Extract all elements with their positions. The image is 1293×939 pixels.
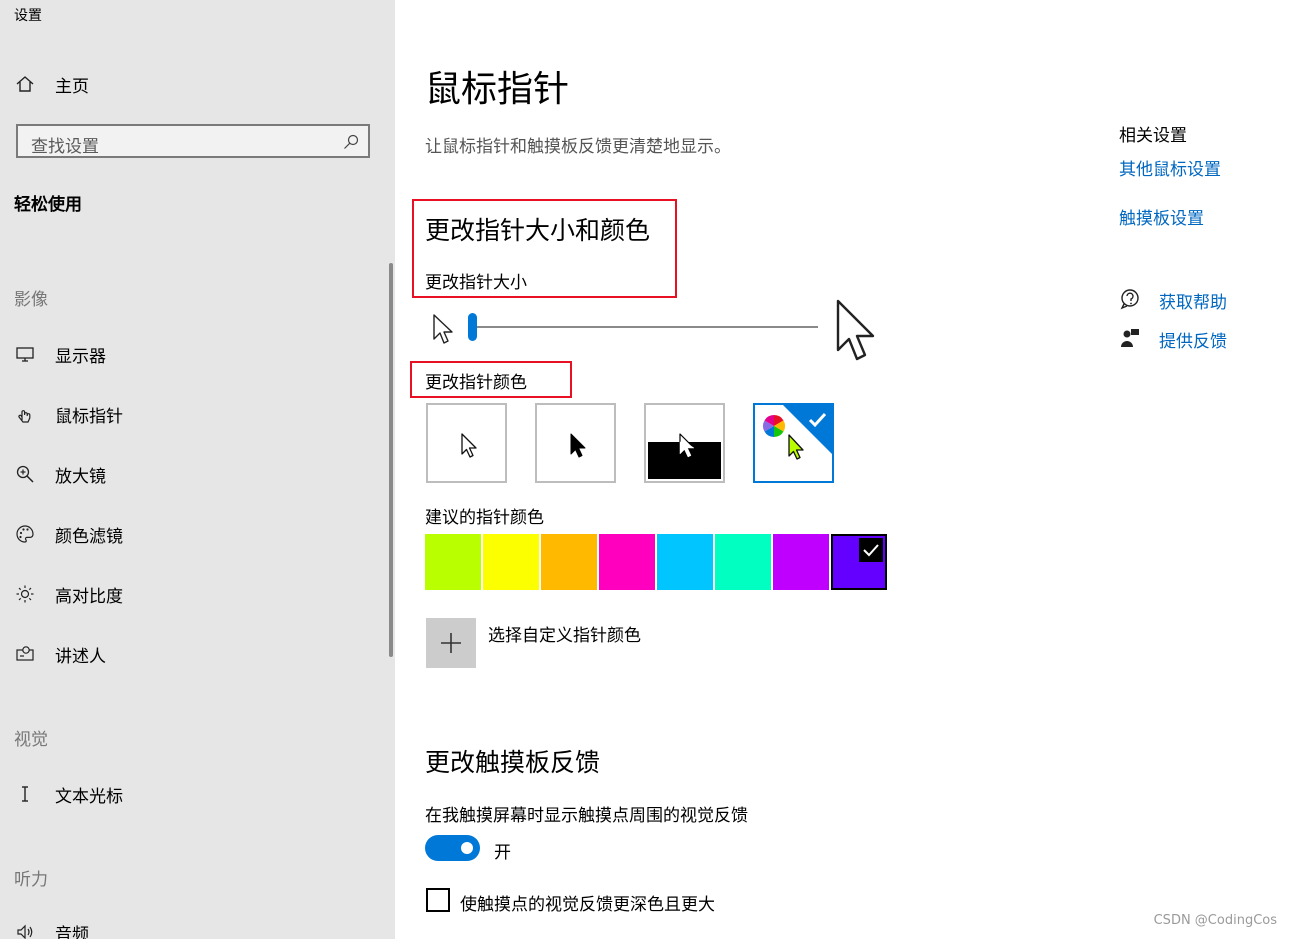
sidebar-scrollbar[interactable] bbox=[389, 263, 393, 657]
size-color-heading: 更改指针大小和颜色 bbox=[425, 216, 651, 245]
check-icon bbox=[859, 538, 883, 562]
other-mouse-settings-link[interactable]: 其他鼠标设置 bbox=[1119, 155, 1221, 180]
home-icon bbox=[14, 73, 36, 95]
palette-icon bbox=[14, 523, 36, 545]
nav-audio-label: 音频 bbox=[55, 924, 89, 939]
pointer-size-slider-track[interactable] bbox=[473, 326, 818, 328]
feedback-icon bbox=[1121, 329, 1139, 347]
page-title: 鼠标指针 bbox=[425, 69, 570, 110]
pointer-size-label: 更改指针大小 bbox=[425, 273, 527, 293]
nav-high-contrast[interactable]: 高对比度 bbox=[0, 574, 380, 614]
darker-feedback-label[interactable]: 使触摸点的视觉反馈更深色且更大 bbox=[460, 890, 715, 915]
related-settings-heading: 相关设置 bbox=[1119, 126, 1187, 146]
color-swatch[interactable] bbox=[715, 534, 771, 590]
custom-color-label[interactable]: 选择自定义指针颜色 bbox=[488, 621, 641, 646]
magnifier-icon bbox=[14, 463, 36, 485]
mouse-pointer-icon bbox=[14, 403, 36, 425]
speaker-icon bbox=[14, 921, 36, 939]
pointer-color-custom-option[interactable] bbox=[753, 403, 834, 483]
pointer-size-slider-thumb[interactable] bbox=[468, 313, 477, 341]
color-swatch[interactable] bbox=[425, 534, 481, 590]
touchpad-settings-link[interactable]: 触摸板设置 bbox=[1119, 204, 1204, 229]
nav-narrator[interactable]: 讲述人 bbox=[0, 634, 380, 674]
color-swatch[interactable] bbox=[541, 534, 597, 590]
custom-color-pointer-icon bbox=[763, 405, 832, 460]
touch-feedback-heading: 更改触摸板反馈 bbox=[425, 748, 601, 777]
group-heading-vision: 视觉 bbox=[14, 730, 48, 750]
monitor-icon bbox=[14, 343, 36, 365]
nav-text-cursor[interactable]: 文本光标 bbox=[0, 774, 380, 814]
toggle-state-label: 开 bbox=[494, 843, 511, 863]
pointer-color-black-option[interactable] bbox=[535, 403, 616, 483]
search-icon bbox=[344, 134, 359, 149]
narrator-icon bbox=[14, 643, 36, 665]
nav-mouse-pointer-label: 鼠标指针 bbox=[55, 406, 123, 427]
nav-home[interactable]: 主页 bbox=[0, 64, 380, 104]
page-description: 让鼠标指针和触摸板反馈更清楚地显示。 bbox=[425, 137, 731, 157]
nav-magnifier-label: 放大镜 bbox=[55, 466, 106, 487]
nav-color-filters-label: 颜色滤镜 bbox=[55, 526, 123, 547]
nav-high-contrast-label: 高对比度 bbox=[55, 586, 123, 607]
toggle-knob bbox=[461, 842, 473, 854]
plus-icon bbox=[441, 633, 461, 653]
nav-narrator-label: 讲述人 bbox=[55, 646, 106, 667]
visual-feedback-toggle[interactable] bbox=[425, 835, 480, 861]
nav-display[interactable]: 显示器 bbox=[0, 334, 380, 374]
inverted-pointer-icon bbox=[648, 433, 721, 479]
nav-audio[interactable]: 音频 bbox=[0, 912, 380, 939]
give-feedback-link[interactable]: 提供反馈 bbox=[1159, 327, 1227, 352]
color-swatch[interactable] bbox=[657, 534, 713, 590]
color-swatch[interactable] bbox=[773, 534, 829, 590]
group-heading-imaging: 影像 bbox=[14, 290, 48, 310]
darker-feedback-checkbox[interactable] bbox=[426, 888, 450, 912]
white-pointer-icon bbox=[461, 433, 477, 458]
watermark: CSDN @CodingCos bbox=[1153, 913, 1277, 928]
visual-feedback-label: 在我触摸屏幕时显示触摸点周围的视觉反馈 bbox=[425, 806, 748, 826]
nav-color-filters[interactable]: 颜色滤镜 bbox=[0, 514, 380, 554]
pointer-color-label: 更改指针颜色 bbox=[425, 373, 527, 393]
nav-display-label: 显示器 bbox=[55, 346, 106, 367]
pointer-color-inverted-option[interactable] bbox=[644, 403, 725, 483]
pointer-color-white-option[interactable] bbox=[426, 403, 507, 483]
search-placeholder: 查找设置 bbox=[31, 137, 99, 157]
color-swatch[interactable] bbox=[831, 534, 887, 590]
get-help-link[interactable]: 获取帮助 bbox=[1159, 288, 1227, 313]
small-pointer-icon bbox=[433, 314, 453, 344]
category-title: 轻松使用 bbox=[14, 195, 82, 215]
large-pointer-icon bbox=[836, 299, 875, 361]
nav-magnifier[interactable]: 放大镜 bbox=[0, 454, 380, 494]
window-title: 设置 bbox=[14, 8, 42, 24]
black-pointer-icon bbox=[570, 433, 586, 458]
group-heading-hearing: 听力 bbox=[14, 870, 48, 890]
suggested-colors-label: 建议的指针颜色 bbox=[425, 508, 544, 528]
nav-text-cursor-label: 文本光标 bbox=[55, 786, 123, 807]
nav-home-label: 主页 bbox=[55, 76, 89, 97]
search-input[interactable]: 查找设置 bbox=[16, 124, 370, 158]
color-swatch[interactable] bbox=[599, 534, 655, 590]
sidebar: 设置 主页 查找设置 轻松使用 影像 显示器 鼠标指针 放大镜 颜色滤镜 高对比… bbox=[0, 0, 395, 939]
text-cursor-icon bbox=[14, 783, 36, 805]
sun-icon bbox=[14, 583, 36, 605]
nav-mouse-pointer[interactable]: 鼠标指针 bbox=[0, 394, 380, 434]
add-custom-color-button[interactable] bbox=[426, 618, 476, 668]
help-icon bbox=[1120, 289, 1139, 310]
color-swatch[interactable] bbox=[483, 534, 539, 590]
